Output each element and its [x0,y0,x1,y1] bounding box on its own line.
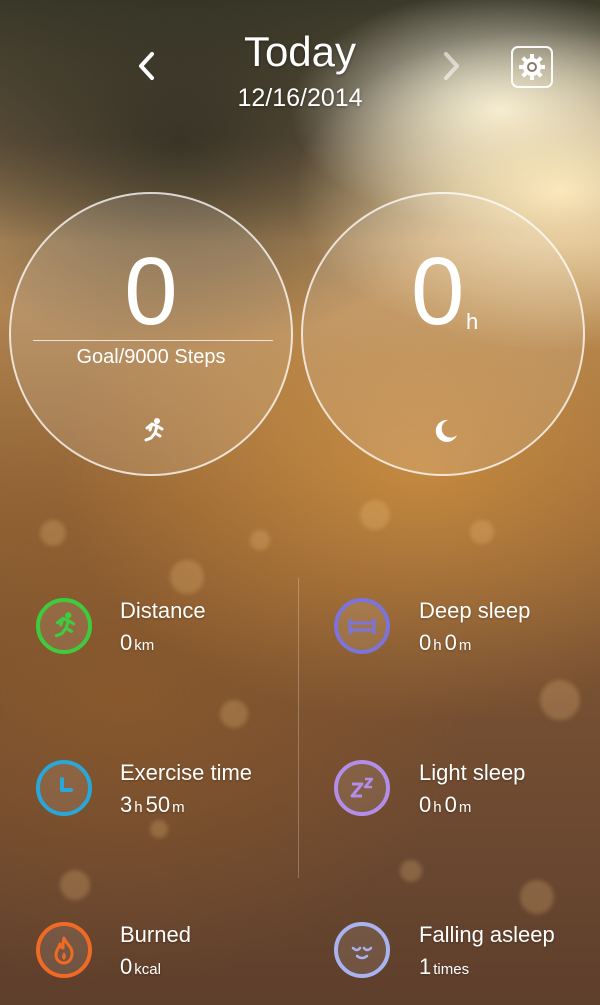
steps-goal: Goal/9000 Steps [76,346,226,368]
steps-card[interactable]: 0 Goal/9000 Steps [9,192,293,476]
zz-icon [350,777,374,798]
sleep-unit: h [466,309,479,334]
stat-label: Light sleep [419,760,526,785]
moon-icon [430,416,460,446]
stat-value: 0h0m [419,630,472,655]
sleeping-face-icon [351,946,373,960]
falling-asleep-icon-badge [334,922,390,978]
divider [33,340,273,341]
distance-icon-badge [36,598,92,654]
stat-value: 0 km [120,630,155,655]
bed-icon [348,618,376,635]
chevron-right-icon[interactable] [436,48,466,84]
deep-sleep-icon-badge [334,598,390,654]
burned-stat[interactable]: Burned 0 kcal [36,922,326,992]
exercise-time-stat[interactable]: Exercise time 3 h 50 m [36,760,326,830]
light-sleep-icon-badge [334,760,390,816]
stat-label: Deep sleep [419,598,531,623]
stat-label: Burned [120,922,191,947]
header: Today 12/16/2014 [0,0,600,120]
stat-label: Exercise time [120,760,253,785]
deep-sleep-stat[interactable]: Deep sleep 0h0m [334,598,600,668]
running-person-icon [138,416,168,446]
running-person-icon [54,612,76,638]
light-sleep-stat[interactable]: Light sleep 0h0m [334,760,600,830]
page-title: Today [243,28,357,75]
exercise-icon-badge [36,760,92,816]
stat-label: Falling asleep [419,922,555,947]
flame-icon [54,936,74,965]
stat-value: 1 times [419,954,470,979]
falling-asleep-stat[interactable]: Falling asleep 1 times [334,922,600,992]
settings-button[interactable] [511,46,553,88]
sleep-hours: 0 [411,238,465,345]
date-label: 12/16/2014 [237,84,363,112]
sleep-card[interactable]: 0 h [301,192,585,476]
stat-label: Distance [120,598,206,623]
burned-icon-badge [36,922,92,978]
distance-stat[interactable]: Distance 0 km [36,598,326,668]
stat-value: 3 h 50 m [120,792,185,817]
clock-icon [60,777,73,792]
stat-value: 0h0m [419,792,472,817]
gear-icon [519,54,545,80]
stat-value: 0 kcal [120,954,161,979]
steps-count: 0 [124,238,178,345]
